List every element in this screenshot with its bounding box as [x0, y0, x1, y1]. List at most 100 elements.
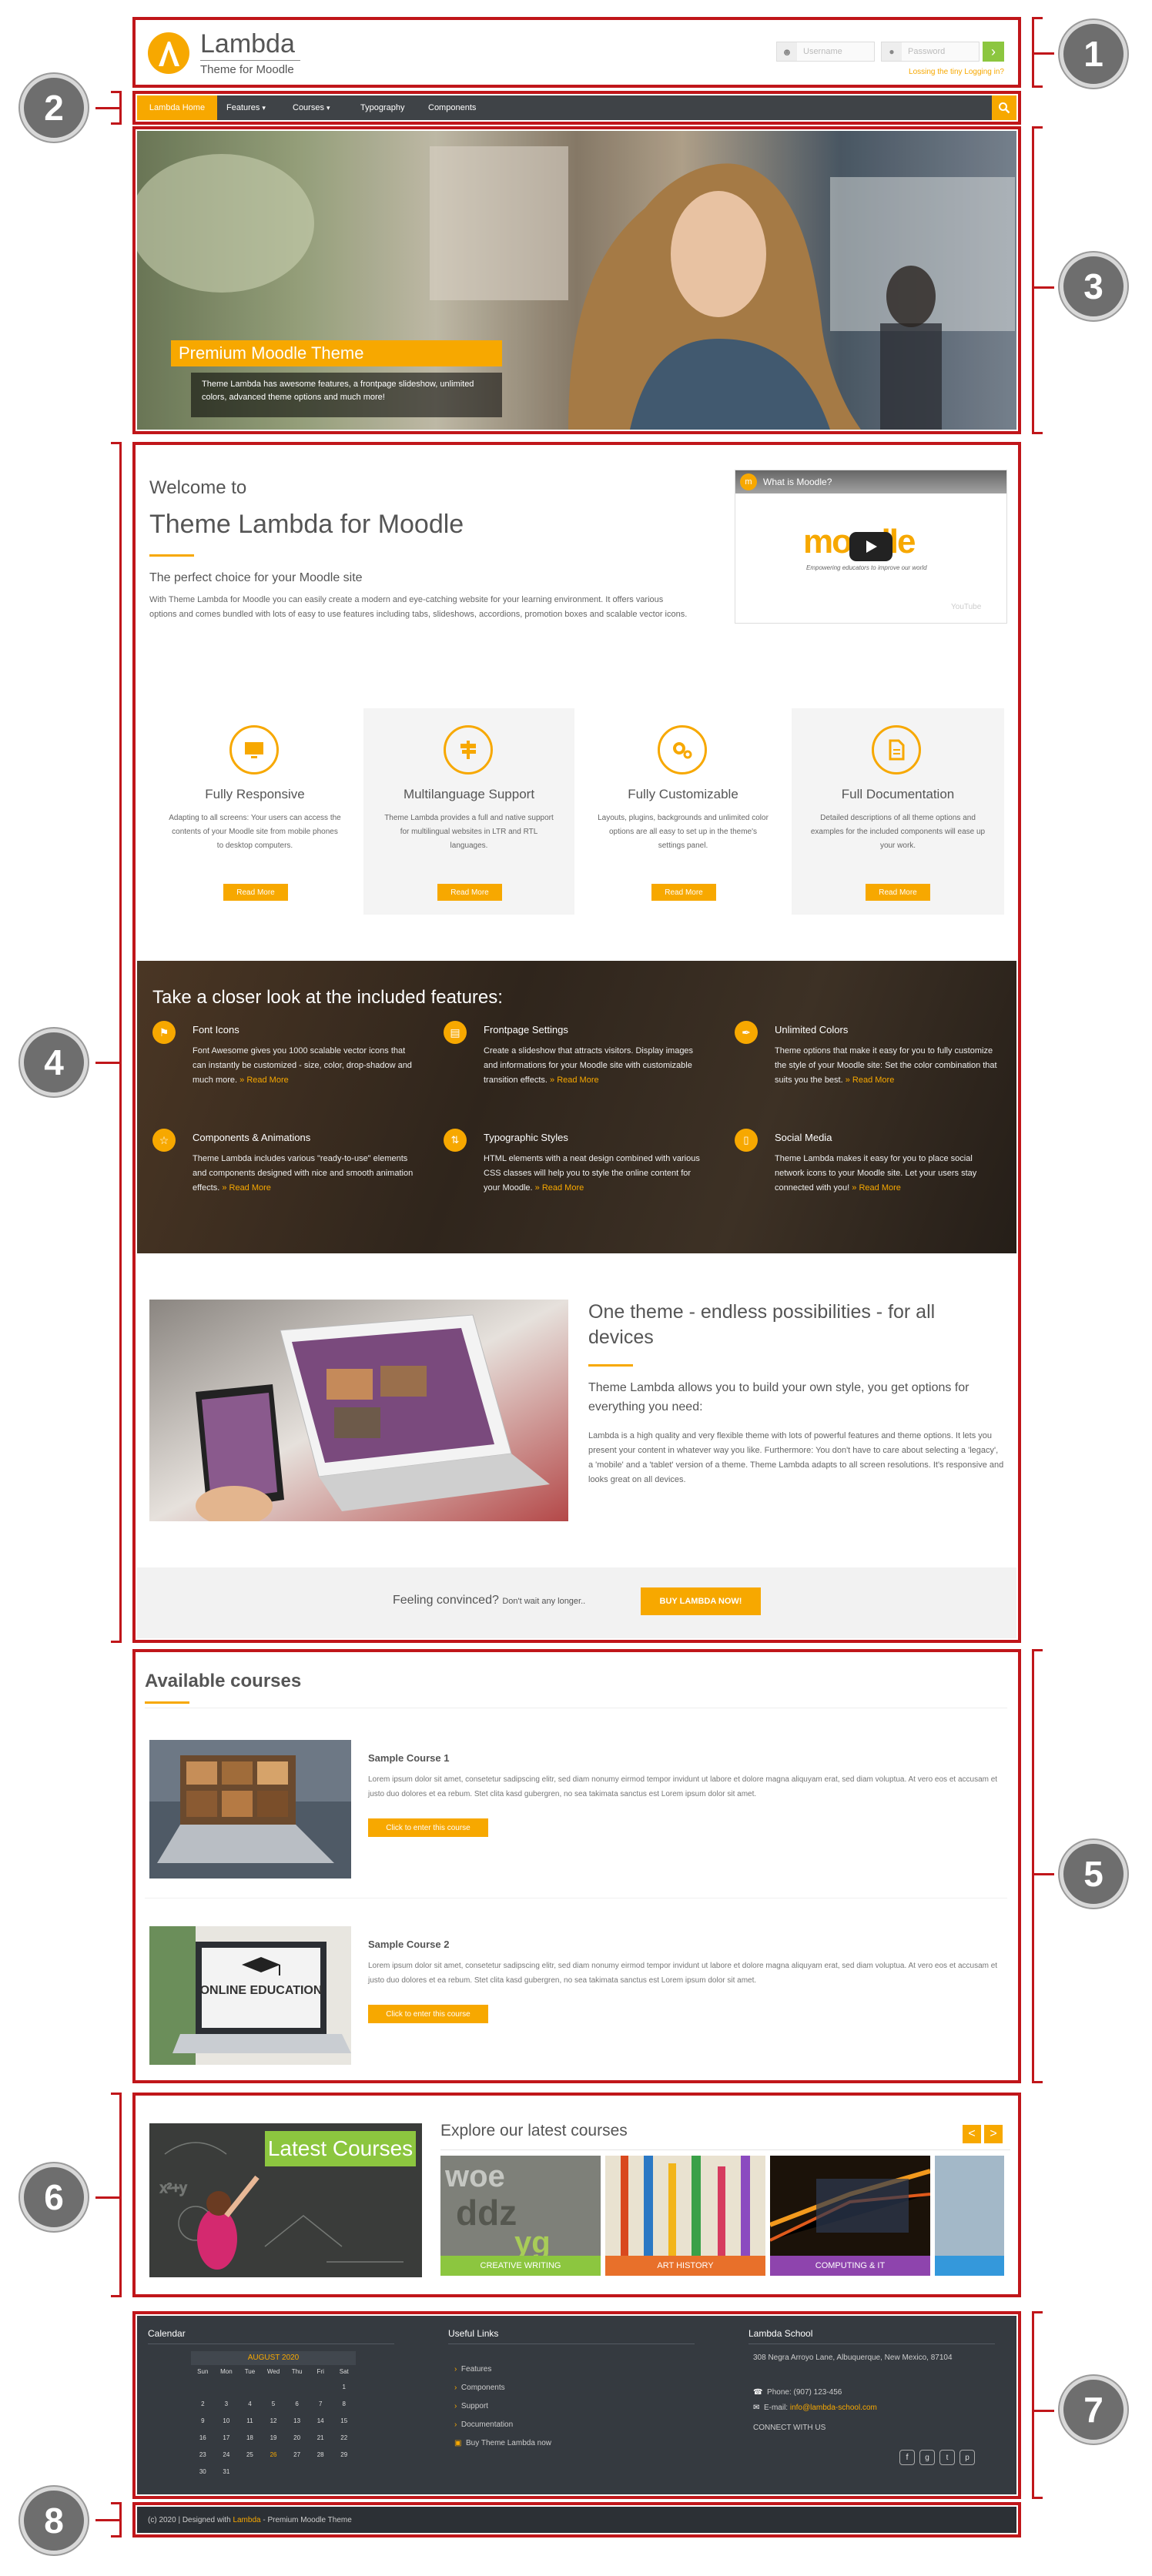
feature-box: Full Documentation Detailed descriptions…: [792, 708, 1004, 915]
play-button-icon[interactable]: [849, 532, 892, 561]
calendar-day[interactable]: 21: [309, 2434, 333, 2441]
footer-link[interactable]: › Features: [454, 2365, 491, 2374]
read-more-link[interactable]: » Read More: [535, 1183, 584, 1193]
calendar-day[interactable]: 6: [285, 2400, 309, 2407]
calendar-day[interactable]: 22: [332, 2434, 356, 2441]
read-more-button[interactable]: Read More: [866, 884, 930, 901]
nav-item-features[interactable]: Features ▾: [226, 95, 266, 120]
video-tagline: Empowering educators to improve our worl…: [806, 564, 927, 571]
calendar-day[interactable]: 30: [191, 2468, 215, 2475]
lambda-logo-icon[interactable]: [148, 32, 189, 74]
login-button[interactable]: ›: [983, 42, 1004, 62]
read-more-link[interactable]: » Read More: [852, 1183, 901, 1193]
lock-icon: ●: [882, 42, 902, 61]
calendar-month[interactable]: AUGUST 2020: [191, 2351, 356, 2365]
calendar-day[interactable]: 31: [215, 2468, 239, 2475]
course-title[interactable]: Sample Course 2: [368, 1939, 450, 1950]
buy-theme-link[interactable]: ▣ Buy Theme Lambda now: [454, 2439, 551, 2447]
svg-text:x²+y: x²+y: [160, 2180, 187, 2196]
read-more-link[interactable]: » Read More: [222, 1183, 271, 1193]
callout-8: 8: [20, 2487, 88, 2554]
calendar-day[interactable]: 8: [332, 2400, 356, 2407]
read-more-button[interactable]: Read More: [651, 884, 716, 901]
calendar-day[interactable]: 2: [191, 2400, 215, 2407]
calendar-day[interactable]: 4: [238, 2400, 262, 2407]
calendar-day[interactable]: 13: [285, 2417, 309, 2424]
calendar-day[interactable]: 10: [215, 2417, 239, 2424]
nav-item-courses[interactable]: Courses ▾: [293, 95, 330, 120]
course-card[interactable]: woe ddz yg CREATIVE WRITING: [440, 2156, 601, 2276]
read-more-button[interactable]: Read More: [437, 884, 502, 901]
google-plus-icon[interactable]: g: [919, 2450, 935, 2465]
endless-subtitle: Theme Lambda allows you to build your ow…: [588, 1381, 969, 1413]
password-field[interactable]: ● Password: [881, 42, 980, 62]
calendar-day[interactable]: 19: [262, 2434, 286, 2441]
nav-item-typography[interactable]: Typography: [360, 95, 404, 120]
footer-link[interactable]: › Documentation: [454, 2420, 513, 2429]
read-more-button[interactable]: Read More: [223, 884, 288, 901]
convinced-small: Don't wait any longer..: [502, 1597, 586, 1606]
course-image[interactable]: [149, 1740, 351, 1878]
buy-lambda-button[interactable]: BUY LAMBDA NOW!: [641, 1587, 761, 1615]
footer-link[interactable]: › Support: [454, 2402, 488, 2410]
course-image[interactable]: ONLINE EDUCATION: [149, 1926, 351, 2065]
calendar-day[interactable]: 28: [309, 2451, 333, 2458]
enter-course-button[interactable]: Click to enter this course: [368, 1818, 488, 1837]
calendar-day[interactable]: 14: [309, 2417, 333, 2424]
course-card-label: CREATIVE WRITING: [440, 2256, 601, 2276]
search-button[interactable]: [992, 95, 1016, 120]
calendar-day[interactable]: 18: [238, 2434, 262, 2441]
calendar-day[interactable]: 24: [215, 2451, 239, 2458]
nav-item-home[interactable]: Lambda Home: [137, 95, 217, 120]
calendar-day[interactable]: 5: [262, 2400, 286, 2407]
password-placeholder: Password: [908, 47, 946, 56]
calendar-day[interactable]: 23: [191, 2451, 215, 2458]
video-title: What is Moodle?: [763, 477, 832, 487]
user-icon: ☻: [777, 42, 797, 61]
twitter-icon[interactable]: t: [939, 2450, 955, 2465]
read-more-link[interactable]: » Read More: [846, 1076, 895, 1085]
course-card[interactable]: ART HISTORY: [605, 2156, 765, 2276]
calendar-title-rule: [148, 2343, 394, 2344]
calendar-day[interactable]: 11: [238, 2417, 262, 2424]
carousel-prev-button[interactable]: <: [963, 2125, 981, 2143]
course-card-partial[interactable]: [935, 2156, 1004, 2276]
hero-slider[interactable]: Premium Moodle Theme Theme Lambda has aw…: [137, 131, 1016, 430]
picture-icon: ▤: [444, 1021, 467, 1044]
video-embed[interactable]: m What is Moodle? moodle Empowering educ…: [735, 470, 1007, 624]
facebook-icon[interactable]: f: [899, 2450, 915, 2465]
nav-item-components[interactable]: Components: [428, 95, 476, 120]
calendar-day[interactable]: 26: [262, 2451, 286, 2458]
calendar-day[interactable]: 29: [332, 2451, 356, 2458]
calendar-day[interactable]: 25: [238, 2451, 262, 2458]
calendar-day[interactable]: 27: [285, 2451, 309, 2458]
read-more-link[interactable]: » Read More: [550, 1076, 599, 1085]
calendar-day[interactable]: 3: [215, 2400, 239, 2407]
star-icon: ☆: [152, 1129, 176, 1152]
enter-course-button[interactable]: Click to enter this course: [368, 2005, 488, 2023]
lost-password-link[interactable]: Lossing the tiny Logging in?: [892, 68, 1004, 76]
pinterest-icon[interactable]: p: [959, 2450, 975, 2465]
features-band: Take a closer look at the included featu…: [137, 961, 1016, 1253]
frontpage-content: Welcome to Theme Lambda for Moodle The p…: [137, 447, 1016, 1638]
calendar-day[interactable]: 16: [191, 2434, 215, 2441]
username-field[interactable]: ☻ Username: [776, 42, 875, 62]
calendar-day[interactable]: 20: [285, 2434, 309, 2441]
read-more-link[interactable]: » Read More: [239, 1076, 289, 1085]
calendar-day[interactable]: 15: [332, 2417, 356, 2424]
carousel-next-button[interactable]: >: [984, 2125, 1003, 2143]
feature-title: Fully Customizable: [628, 787, 738, 801]
lambda-link[interactable]: Lambda: [233, 2516, 260, 2524]
calendar-day[interactable]: 12: [262, 2417, 286, 2424]
text-height-icon: ⇅: [444, 1129, 467, 1152]
calendar-day[interactable]: 17: [215, 2434, 239, 2441]
logo-title[interactable]: Lambda: [200, 29, 295, 59]
footer-link[interactable]: › Components: [454, 2384, 505, 2392]
email-link[interactable]: info@lambda-school.com: [790, 2404, 877, 2412]
course-card[interactable]: COMPUTING & IT: [770, 2156, 930, 2276]
course-title[interactable]: Sample Course 1: [368, 1752, 450, 1764]
envelope-icon: ✉: [753, 2404, 760, 2412]
calendar-day[interactable]: 7: [309, 2400, 333, 2407]
calendar-day[interactable]: 9: [191, 2417, 215, 2424]
calendar-day[interactable]: 1: [332, 2384, 356, 2390]
